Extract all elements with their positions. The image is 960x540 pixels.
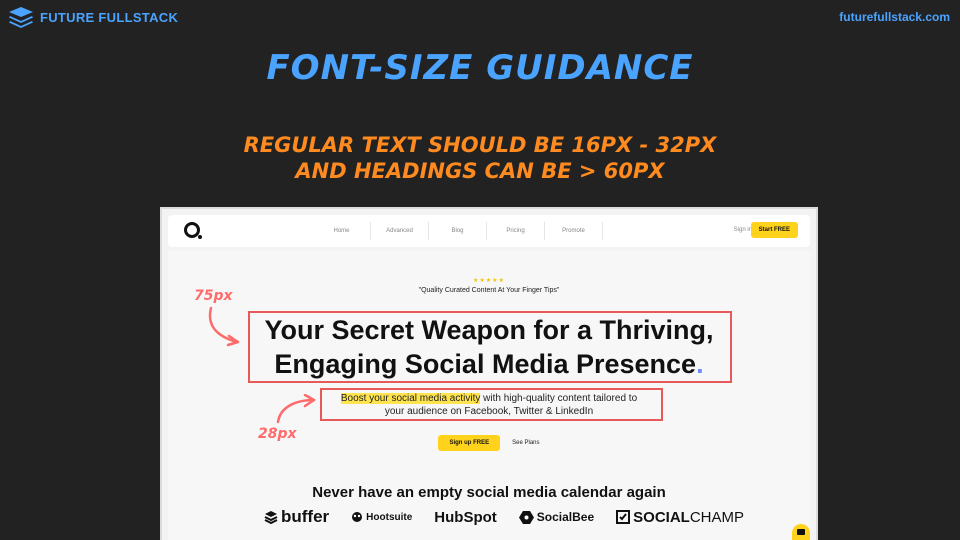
hubspot-logo: HubSpot <box>434 508 497 526</box>
nav-link-blog[interactable]: Blog <box>429 222 487 240</box>
heading-arrow-icon <box>208 306 240 347</box>
body-size-annotation: 28px <box>258 426 297 442</box>
start-free-button[interactable]: Start FREE <box>750 222 798 238</box>
rating-stars: ★★★★★ <box>473 278 505 284</box>
socialchamp-icon <box>616 510 631 524</box>
sign-up-free-button[interactable]: Sign up FREE <box>438 435 501 451</box>
heading-size-annotation: 75px <box>194 288 233 304</box>
nav-link-home[interactable]: Home <box>313 222 371 240</box>
nav-link-pricing[interactable]: Pricing <box>487 222 545 240</box>
slide-title: FONT-SIZE GUIDANCE <box>266 48 694 88</box>
bee-icon <box>518 510 534 524</box>
partner-logos: buffer Hootsuite HubSpot SocialBee SOCIA… <box>264 507 744 527</box>
body-highlight-box <box>320 388 663 421</box>
chat-button[interactable] <box>792 524 810 540</box>
nav-link-advanced[interactable]: Advanced <box>371 222 429 240</box>
nav-links: Home Advanced Blog Pricing Promote <box>313 215 603 247</box>
subtitle-line-2: AND HEADINGS CAN BE > 60PX <box>295 159 665 183</box>
logos-heading: Never have an empty social media calenda… <box>312 484 666 501</box>
buffer-logo: buffer <box>264 507 329 527</box>
slide-subtitle: REGULAR TEXT SHOULD BE 16PX - 32PX AND H… <box>0 132 960 184</box>
socialbee-logo: SocialBee <box>518 510 594 524</box>
brand: FUTURE FULLSTACK <box>8 6 178 28</box>
hootsuite-logo: Hootsuite <box>351 511 412 523</box>
site-url[interactable]: futurefullstack.com <box>839 10 950 24</box>
sign-in-link[interactable]: Sign in <box>734 227 752 233</box>
hero-quote: "Quality Curated Content At Your Finger … <box>418 287 560 294</box>
subtitle-line-1: REGULAR TEXT SHOULD BE 16PX - 32PX <box>243 133 717 157</box>
heading-highlight-box <box>248 311 732 383</box>
site-logo-dot <box>198 235 202 239</box>
buffer-stack-icon <box>264 511 278 524</box>
layers-icon <box>9 7 33 28</box>
see-plans-link[interactable]: See Plans <box>512 440 539 446</box>
brand-name: FUTURE FULLSTACK <box>40 9 179 25</box>
body-arrow-icon <box>276 394 316 424</box>
socialchamp-logo: SOCIALCHAMP <box>616 509 744 526</box>
nav-link-promote[interactable]: Promote <box>545 222 603 240</box>
owl-icon <box>352 512 363 522</box>
site-nav: Home Advanced Blog Pricing Promote Sign … <box>168 215 810 247</box>
